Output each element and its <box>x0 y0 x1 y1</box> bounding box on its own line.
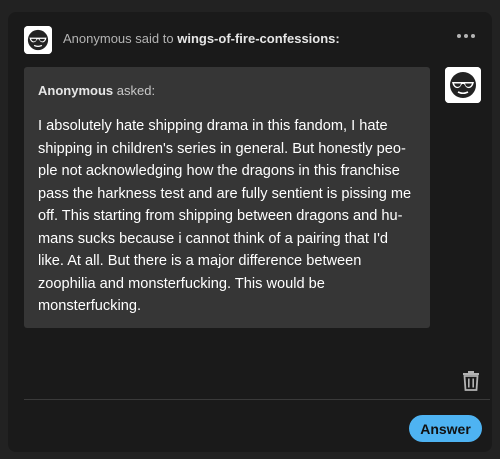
asker-line: Anonymous asked: <box>38 83 155 98</box>
more-options-button[interactable] <box>454 24 478 48</box>
more-horizontal-icon-dot <box>464 34 468 38</box>
asker-avatar-icon <box>445 67 481 103</box>
question-bubble: Anonymous asked: I absolutely hate shipp… <box>24 67 430 328</box>
question-line: I absolutely hate shipping drama in this… <box>38 118 388 134</box>
asked-label: asked: <box>116 83 156 98</box>
footer-divider <box>24 399 490 400</box>
said-to-label: said to <box>135 31 174 46</box>
question-line: like. At all. But there is a major diffe… <box>38 253 362 269</box>
answer-button[interactable]: Answer <box>409 415 482 442</box>
more-horizontal-icon-dot <box>457 34 461 38</box>
question-line: ple not acknowledging how the dragons in… <box>38 163 400 179</box>
trash-icon <box>463 371 479 391</box>
question-line: shipping in children's series in general… <box>38 140 406 157</box>
delete-button[interactable] <box>460 370 482 392</box>
ask-header: Anonymous said to wings-of-fire-confessi… <box>63 31 340 46</box>
question-text: I absolutely hate shipping drama in this… <box>38 115 418 318</box>
sender-name: Anonymous <box>63 31 132 46</box>
question-line: pass the harkness test and are fully sen… <box>38 185 412 202</box>
more-horizontal-icon-dot <box>471 34 475 38</box>
question-line: zoophilia and monsterfucking. This would… <box>38 275 325 292</box>
question-line: mans sucks because i cannot think of a p… <box>38 230 388 247</box>
question-line: monsterfucking. <box>38 298 142 314</box>
asker-name: Anonymous <box>38 83 114 98</box>
ask-card: Anonymous said to wings-of-fire-confessi… <box>8 12 492 452</box>
recipient-blog-link[interactable]: wings-of-fire-confessions: <box>177 31 340 46</box>
question-line: off. This starting from shipping between… <box>38 208 403 224</box>
anonymous-avatar-icon <box>24 26 52 54</box>
